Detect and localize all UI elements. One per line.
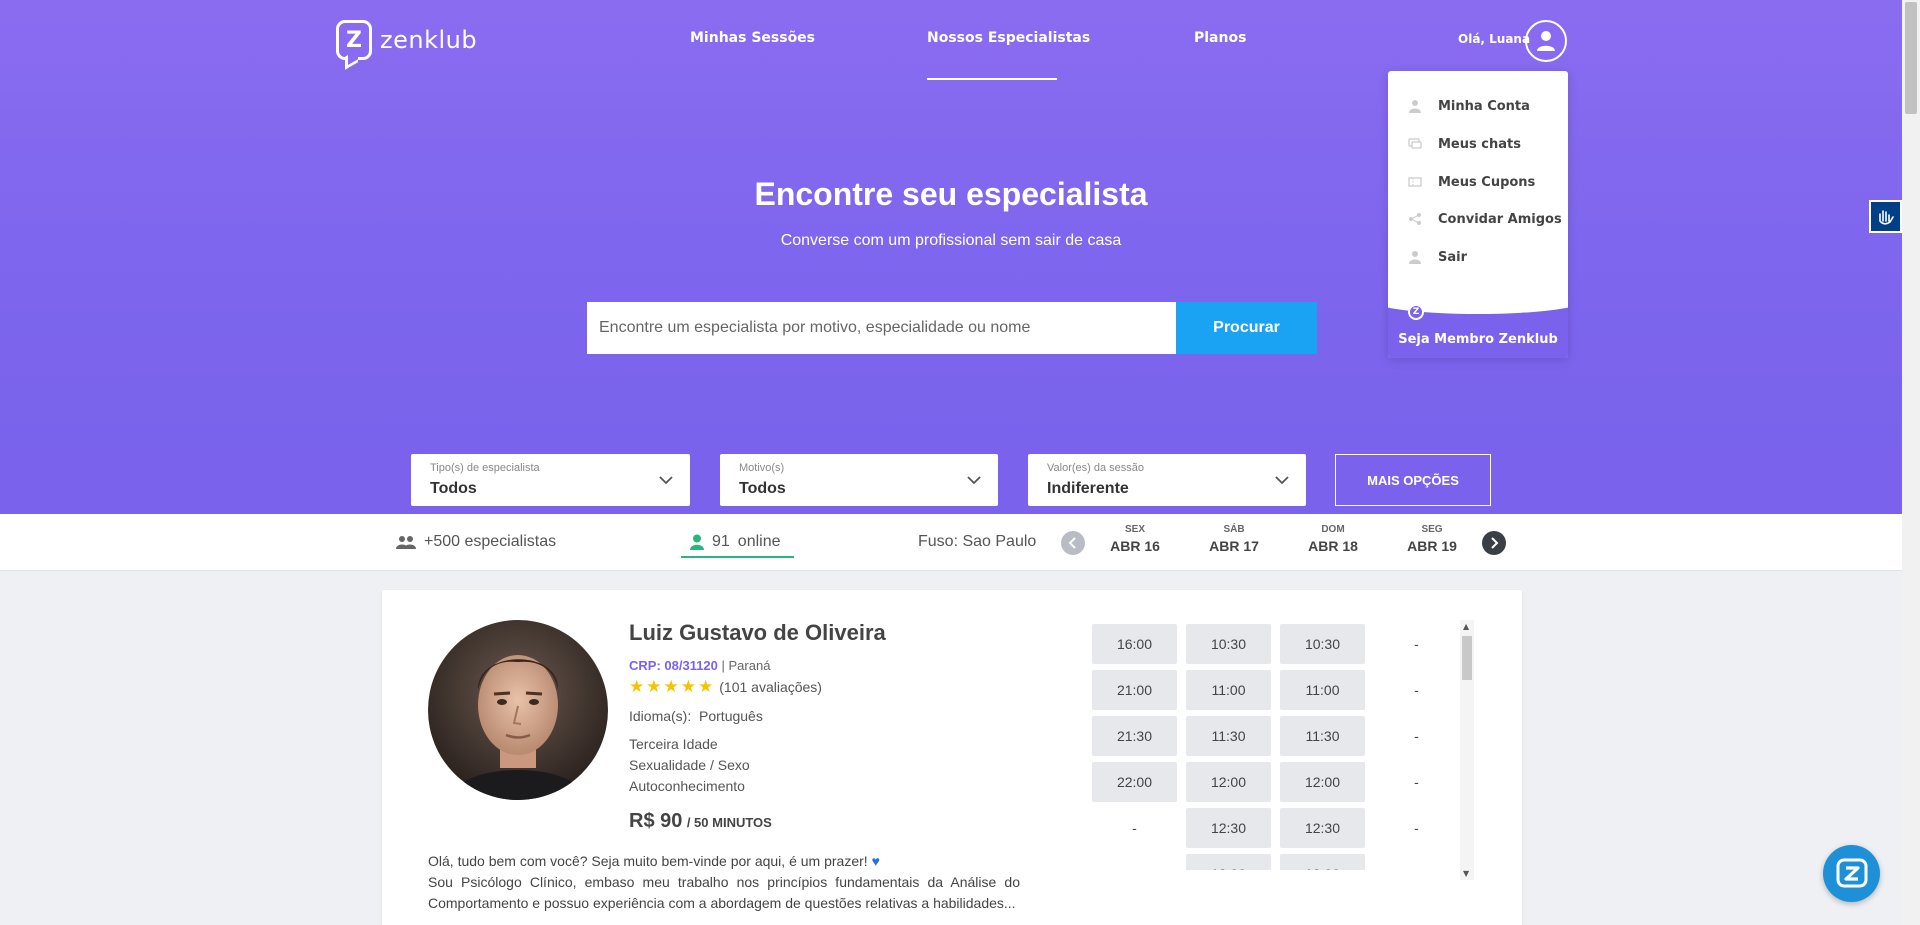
filter-specialist-type[interactable]: Tipo(s) de especialista Todos <box>411 454 690 506</box>
specialist-card: Luiz Gustavo de Oliveira CRP: 08/31120 |… <box>382 590 1522 925</box>
zenklub-chat-icon <box>1836 858 1867 887</box>
heart-icon: ♥ <box>871 853 880 869</box>
next-days-button[interactable] <box>1482 531 1506 555</box>
hero-title: Encontre seu especialista <box>754 176 1148 212</box>
online-underline <box>681 556 794 558</box>
hero-subtitle: Converse com um profissional sem sair de… <box>780 232 1122 249</box>
users-icon <box>396 536 416 549</box>
availability-slots: 16:00 21:00 21:30 22:00 - - 10:30 11:00 … <box>1092 624 1472 870</box>
chevron-down-icon <box>967 476 981 485</box>
chat-icon <box>1408 138 1422 149</box>
time-slot-empty: - <box>1374 854 1459 870</box>
slots-scroll-thumb[interactable] <box>1462 636 1472 680</box>
nav-active-indicator <box>927 78 1057 80</box>
star-icon: ★ <box>698 677 714 696</box>
time-slot[interactable]: 12:00 <box>1280 762 1365 802</box>
stats-bar: +500 especialistas 91 online Fuso: Sao P… <box>0 514 1902 571</box>
scroll-up-icon[interactable]: ▲ <box>1463 622 1469 631</box>
star-icon: ★ <box>680 677 696 696</box>
online-count[interactable]: 91 online <box>690 533 781 551</box>
day-column-header: SÁB ABR 17 <box>1209 524 1259 554</box>
online-user-icon <box>690 534 704 550</box>
specialty-item: Terceira Idade <box>629 736 718 752</box>
time-slot[interactable]: 10:30 <box>1280 624 1365 664</box>
chevron-right-icon <box>1491 537 1499 549</box>
chat-fab-button[interactable] <box>1823 845 1880 902</box>
nav-minhas-sessoes[interactable]: Minhas Sessões <box>690 30 815 46</box>
specialist-rating[interactable]: ★ ★ ★ ★ ★ (101 avaliações) <box>629 678 822 695</box>
zenklub-logo[interactable]: Z zenklub <box>336 20 477 60</box>
page-scroll-thumb[interactable] <box>1905 2 1917 114</box>
prev-days-button[interactable] <box>1061 531 1085 555</box>
nav-nossos-especialistas[interactable]: Nossos Especialistas <box>927 30 1090 46</box>
more-options-button[interactable]: MAIS OPÇÕES <box>1335 454 1491 506</box>
specialty-item: Sexualidade / Sexo <box>629 757 750 773</box>
time-slot[interactable]: 13:00 <box>1186 854 1271 870</box>
time-slot-empty: - <box>1414 636 1419 652</box>
specialist-languages: Idioma(s): Português <box>629 708 763 724</box>
filter-reason[interactable]: Motivo(s) Todos <box>720 454 998 506</box>
hero-section: Z zenklub Minhas Sessões Nossos Especial… <box>0 0 1902 446</box>
time-slot[interactable]: 13:00 <box>1280 854 1365 870</box>
time-slot-empty: - <box>1132 820 1137 836</box>
slots-scrollbar[interactable]: ▲ ▼ <box>1460 620 1474 880</box>
time-slot[interactable]: 21:30 <box>1092 716 1177 756</box>
day-column-header: SEX ABR 16 <box>1110 524 1160 554</box>
user-icon <box>1409 100 1421 113</box>
time-slot-empty: - <box>1414 682 1419 698</box>
time-slot[interactable]: 12:00 <box>1186 762 1271 802</box>
time-slot-empty: - <box>1414 728 1419 744</box>
accessibility-button[interactable] <box>1869 200 1902 233</box>
time-slot[interactable]: 16:00 <box>1092 624 1177 664</box>
filter-session-price[interactable]: Valor(es) da sessão Indiferente <box>1028 454 1306 506</box>
day-column-header: DOM ABR 18 <box>1308 524 1358 554</box>
specialist-crp: CRP: 08/31120 | Paraná <box>629 658 771 673</box>
menu-item-minha-conta[interactable]: Minha Conta <box>1388 91 1568 121</box>
chevron-left-icon <box>1068 537 1076 549</box>
star-icon: ★ <box>629 677 645 696</box>
chevron-down-icon <box>1275 476 1289 485</box>
session-price: R$ 90 / 50 MINUTOS <box>629 810 772 832</box>
time-slot[interactable]: 11:00 <box>1280 670 1365 710</box>
user-greeting: Olá, Luana <box>1458 32 1531 46</box>
time-slot-empty: - <box>1414 774 1419 790</box>
page-scrollbar[interactable] <box>1902 0 1920 925</box>
search-button[interactable]: Procurar <box>1176 302 1317 354</box>
timezone-label: Fuso: Sao Paulo <box>918 533 1037 550</box>
time-slot[interactable]: 21:00 <box>1092 670 1177 710</box>
time-slot-empty: - <box>1414 820 1419 836</box>
star-icon: ★ <box>663 677 679 696</box>
user-menu-dropdown: Minha Conta Meus chats Meus Cupons Convi… <box>1388 71 1568 358</box>
day-column-header: SEG ABR 19 <box>1407 524 1457 554</box>
menu-item-meus-chats[interactable]: Meus chats <box>1388 129 1568 159</box>
specialist-name[interactable]: Luiz Gustavo de Oliveira <box>629 620 886 646</box>
scroll-down-icon[interactable]: ▼ <box>1463 869 1469 878</box>
specialist-description: Olá, tudo bem com você? Seja muito bem-v… <box>428 853 1020 911</box>
specialty-item: Autoconhecimento <box>629 778 745 794</box>
star-icon: ★ <box>646 677 662 696</box>
user-icon <box>1537 31 1555 51</box>
chevron-down-icon <box>659 476 673 485</box>
sign-language-icon <box>1878 209 1894 225</box>
user-avatar-button[interactable] <box>1525 20 1567 62</box>
time-slot[interactable]: 11:30 <box>1186 716 1271 756</box>
time-slot[interactable]: 12:30 <box>1280 808 1365 848</box>
time-slot[interactable]: 11:00 <box>1186 670 1271 710</box>
membership-cta[interactable]: Z Seja Membro Zenklub <box>1388 284 1568 358</box>
nav-planos[interactable]: Planos <box>1194 30 1246 46</box>
specialist-photo[interactable] <box>428 620 608 800</box>
time-slot-empty: - <box>1092 854 1177 870</box>
specialist-search-input[interactable] <box>587 302 1176 354</box>
zenklub-badge-icon: Z <box>1408 304 1424 320</box>
share-icon <box>1409 213 1421 225</box>
time-slot[interactable]: 12:30 <box>1186 808 1271 848</box>
time-slot[interactable]: 10:30 <box>1186 624 1271 664</box>
filter-bar: Tipo(s) de especialista Todos Motivo(s) … <box>0 446 1902 514</box>
user-icon <box>1409 251 1421 264</box>
logo-text: zenklub <box>380 26 478 54</box>
logo-icon: Z <box>336 20 372 60</box>
time-slot[interactable]: 11:30 <box>1280 716 1365 756</box>
time-slot[interactable]: 22:00 <box>1092 762 1177 802</box>
specialists-count: +500 especialistas <box>396 533 556 551</box>
